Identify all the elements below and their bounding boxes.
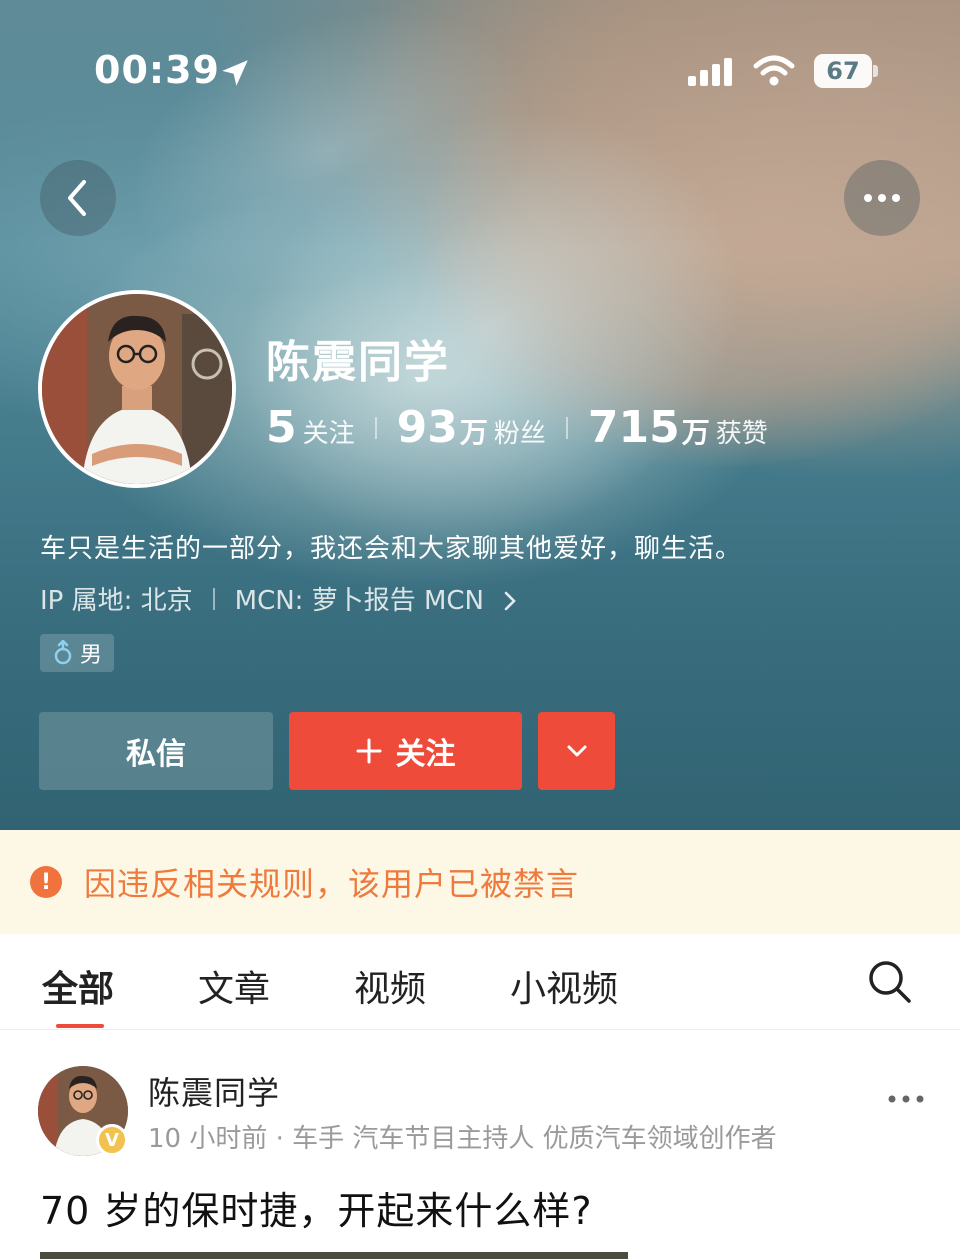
profile-stats: 5 关注 93万 粉丝 715万 获赞 [266,402,768,453]
plus-icon [356,738,381,764]
message-button[interactable]: 私信 [39,712,273,790]
chevron-left-icon [68,180,86,216]
search-icon[interactable] [866,958,912,1004]
follow-button[interactable]: 关注 [289,712,522,790]
chevron-down-icon [567,745,586,757]
follow-label: 关注 [395,738,456,771]
recommend-dropdown-button[interactable] [538,712,615,790]
stat-unit: 万 [459,416,488,449]
stat-number: 5 [266,402,297,453]
location-arrow-icon [222,60,248,86]
stat-label: 关注 [302,419,355,449]
verified-badge: V [96,1124,128,1156]
more-dots-icon[interactable] [886,1092,926,1106]
male-icon [54,640,72,665]
tab-videos[interactable]: 视频 [354,960,426,1012]
content-tabs: 全部 文章 视频 小视频 [0,934,960,1030]
stat-likes[interactable]: 715万 获赞 [588,402,768,453]
banned-notice: ! 因违反相关规则，该用户已被禁言 [0,830,960,934]
back-button[interactable] [40,160,116,236]
wifi-icon [753,55,795,86]
post-author-name[interactable]: 陈震同学 [148,1068,280,1114]
tab-all[interactable]: 全部 [42,960,114,1012]
stat-label: 粉丝 [493,419,546,449]
chevron-right-icon [504,591,517,611]
post-meta: 10 小时前 · 车手 汽车节目主持人 优质汽车领域创作者 [148,1124,777,1154]
stat-divider [374,416,377,439]
banned-notice-text: 因违反相关规则，该用户已被禁言 [84,865,580,903]
gender-label: 男 [79,643,102,668]
battery-cap [873,65,878,77]
gender-tag: 男 [40,634,114,672]
stat-followers[interactable]: 93万 粉丝 [397,402,546,453]
battery-indicator: 67 [814,54,878,88]
stat-unit: 万 [681,416,710,449]
post-cover-image[interactable] [40,1252,628,1259]
status-time: 00:39 [94,48,220,92]
stat-number: 715 [587,402,680,453]
stat-label: 获赞 [715,419,768,449]
profile-name: 陈震同学 [266,337,450,388]
stat-number: 93 [396,402,458,453]
profile-avatar[interactable] [38,290,236,488]
profile-meta: IP 属地: 北京 MCN: 萝卜报告 MCN [40,580,520,617]
battery-level: 67 [814,54,872,88]
profile-bio: 车只是生活的一部分，我还会和大家聊其他爱好，聊生活。 [40,534,743,564]
avatar-photo [42,294,232,484]
more-options-button[interactable] [844,160,920,236]
warning-icon: ! [30,866,62,898]
active-tab-indicator [56,1024,104,1028]
tab-short-videos[interactable]: 小视频 [510,960,618,1012]
stat-following[interactable]: 5 关注 [266,402,355,453]
post-title[interactable]: 70 岁的保时捷，开起来什么样? [40,1180,593,1235]
cellular-signal-icon [688,58,732,86]
tab-articles[interactable]: 文章 [198,960,270,1012]
mcn-link[interactable]: MCN: 萝卜报告 MCN [235,580,521,617]
meta-divider [212,587,215,610]
mcn-label: MCN: 萝卜报告 MCN [234,586,485,616]
ip-location: IP 属地: 北京 [40,586,193,616]
more-dots-icon [864,194,900,202]
stat-divider [565,416,568,439]
